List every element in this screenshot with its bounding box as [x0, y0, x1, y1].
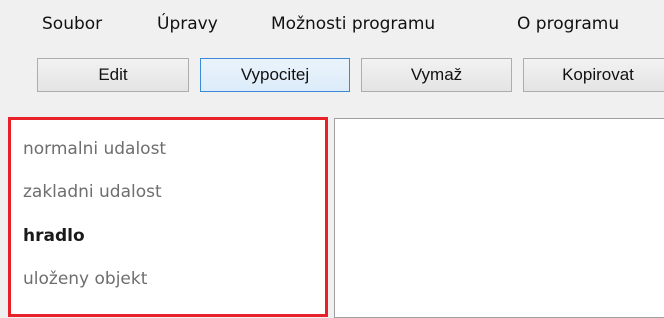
- list-item-normalni-udalost[interactable]: normalni udalost: [23, 139, 166, 159]
- list-item-ulozeny-objekt[interactable]: uloženy objekt: [23, 269, 147, 289]
- list-item-zakladni-udalost[interactable]: zakladni udalost: [23, 182, 162, 202]
- menu-bar: Soubor Úpravy Možnosti programu O progra…: [0, 0, 664, 44]
- menu-upravy[interactable]: Úpravy: [157, 14, 218, 34]
- list-item-hradlo[interactable]: hradlo: [23, 226, 85, 246]
- element-list-panel: normalni udalost zakladni udalost hradlo…: [8, 117, 328, 317]
- menu-o-programu[interactable]: O programu: [517, 14, 619, 34]
- edit-button[interactable]: Edit: [37, 58, 189, 92]
- toolbar: Edit Vypocitej Vymaž Kopirovat: [0, 44, 664, 106]
- menu-soubor[interactable]: Soubor: [42, 14, 102, 34]
- menu-moznosti-programu[interactable]: Možnosti programu: [271, 14, 435, 34]
- vymaz-button[interactable]: Vymaž: [361, 58, 512, 92]
- vypocitej-button[interactable]: Vypocitej: [200, 58, 350, 92]
- output-panel[interactable]: [334, 118, 664, 318]
- kopirovat-button[interactable]: Kopirovat: [523, 58, 664, 92]
